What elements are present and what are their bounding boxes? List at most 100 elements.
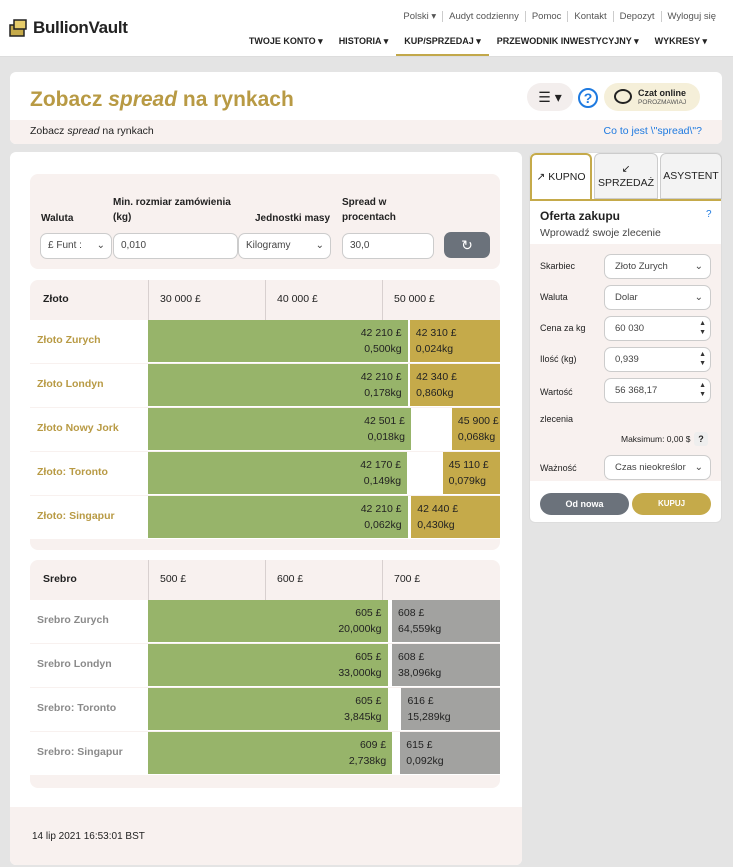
brand-logo[interactable]: BullionVault (9, 18, 128, 38)
bid-bar[interactable]: 42 501 £ 0,018kg (148, 408, 412, 450)
validity-select[interactable]: Czas nieokreślor ⌄ (604, 455, 711, 480)
chevron-down-icon: ⌄ (694, 261, 703, 272)
arrow-up-right-icon: ↗ (536, 171, 549, 183)
spread-row[interactable]: Złoto Londyn 42 210 £ 0,178kg 42 340 £ 0,860… (30, 364, 500, 407)
stepper-icon[interactable]: ▲ ▼ (699, 319, 706, 337)
ask-quantity: 0,068kg (457, 431, 496, 443)
what-is-spread-link[interactable]: Co to jest \"spread\"? (603, 125, 702, 137)
min-size-input[interactable]: 0,010 (113, 233, 238, 259)
refresh-icon: ↻ (461, 237, 473, 253)
live-chat-button[interactable]: Czat online POROZMAWIAJ (604, 83, 700, 111)
contact-link[interactable]: Kontakt (567, 11, 612, 22)
spread-row[interactable]: Złoto: Singapur 42 210 £ 0,062kg 42 440 £ 0,… (30, 496, 500, 539)
order-subtitle: Wprowadź swoje zlecenie (540, 227, 661, 239)
spread-row[interactable]: Złoto Nowy Jork 42 501 £ 0,018kg 45 900 £ 0,… (30, 408, 500, 451)
ask-quantity: 15,289kg (407, 711, 451, 723)
order-currency-select[interactable]: Dolar ⌄ (604, 285, 711, 310)
spread-input[interactable]: 30,0 (342, 233, 434, 259)
tab-sell[interactable]: ↙ SPRZEDAŻ (594, 153, 658, 199)
bid-bar[interactable]: 42 210 £ 0,500kg (148, 320, 409, 362)
language-select[interactable]: Polski ▾ (397, 11, 442, 22)
min-size-label: Min. rozmiar zamówienia (kg) (113, 197, 231, 223)
ask-bar[interactable]: 615 £ 0,092kg (400, 732, 500, 774)
help-icon[interactable]: ? (578, 88, 598, 108)
bid-bar[interactable]: 605 £ 33,000kg (148, 644, 389, 686)
ask-bar[interactable]: 42 440 £ 0,430kg (411, 496, 500, 538)
maximum-help-icon[interactable]: ? (694, 432, 708, 446)
page-title: Zobacz spread na rynkach (30, 88, 294, 111)
deposit-link[interactable]: Depozyt (612, 11, 661, 22)
order-help-icon[interactable]: ? (706, 209, 712, 220)
spread-row[interactable]: Srebro: Singapur 609 £ 2,738kg 615 £ 0,092kg (30, 732, 500, 775)
price-label: Cena za kg (540, 323, 586, 333)
help-link[interactable]: Pomoc (524, 11, 568, 22)
bid-quantity: 0,178kg (364, 387, 402, 399)
ask-quantity: 0,860kg (416, 387, 454, 399)
logout-link[interactable]: Wyloguj się (660, 11, 723, 22)
refresh-button[interactable]: ↻ (444, 232, 490, 258)
buy-button[interactable]: KUPUJ (632, 493, 711, 515)
ask-quantity: 0,430kg (417, 519, 455, 531)
quantity-input[interactable]: 0,939 ▲ ▼ (604, 347, 711, 372)
order-value-input[interactable]: 56 368,17 ▲ ▼ (604, 378, 711, 403)
ask-bar[interactable]: 42 340 £ 0,860kg (410, 364, 500, 406)
spread-row[interactable]: Srebro Zurych 605 £ 20,000kg 608 £ 64,559kg (30, 600, 500, 643)
bid-quantity: 2,738kg (348, 755, 387, 767)
spread-row[interactable]: Złoto: Toronto 42 170 £ 0,149kg 45 110 £ 0,0… (30, 452, 500, 495)
stepper-icon[interactable]: ▲ ▼ (699, 381, 706, 399)
bid-bar[interactable]: 609 £ 2,738kg (148, 732, 394, 774)
bid-bar[interactable]: 605 £ 3,845kg (148, 688, 389, 730)
spread-row[interactable]: Złoto Zurych 42 210 £ 0,500kg 42 310 £ 0,024… (30, 320, 500, 363)
maximum-text: Maksimum: 0,00 $ (621, 434, 691, 444)
nav-investment-guide[interactable]: PRZEWODNIK INWESTYCYJNY ▾ (489, 36, 647, 56)
bid-price: 605 £ (355, 607, 382, 619)
vault-name: Złoto Zurych (37, 334, 101, 346)
gold-table-header: Złoto 30 000 £ 40 000 £ 50 000 £ (30, 280, 500, 320)
silver-table-title: Srebro (43, 573, 77, 585)
spread-row[interactable]: Srebro: Toronto 605 £ 3,845kg 616 £ 15,289kg (30, 688, 500, 731)
ask-quantity: 38,096kg (398, 667, 442, 679)
nav-buy-sell[interactable]: KUP/SPRZEDAJ ▾ (396, 36, 489, 56)
nav-account[interactable]: TWOJE KONTO ▾ (241, 36, 331, 56)
bid-bar[interactable]: 605 £ 20,000kg (148, 600, 389, 642)
tab-buy[interactable]: ↗ KUPNO (530, 153, 592, 199)
page-menu-button[interactable]: ☰ ▾ (527, 83, 573, 111)
bid-price: 42 170 £ (360, 459, 402, 471)
ask-bar[interactable]: 616 £ 15,289kg (401, 688, 500, 730)
ask-quantity: 0,024kg (415, 343, 454, 355)
vault-name: Złoto Londyn (37, 378, 104, 390)
vault-name: Srebro Londyn (37, 658, 112, 670)
bid-price: 42 210 £ (360, 371, 402, 383)
bid-bar[interactable]: 42 210 £ 0,178kg (148, 364, 409, 406)
stepper-icon[interactable]: ▲ ▼ (699, 350, 706, 368)
audit-link[interactable]: Audyt codzienny (442, 11, 525, 22)
gold-tick: 30 000 £ (160, 293, 201, 305)
units-select[interactable]: Kilogramy ⌄ (238, 233, 331, 259)
arrow-down-left-icon: ↙ (621, 163, 631, 175)
ask-bar[interactable]: 45 900 £ 0,068kg (451, 408, 500, 450)
chevron-down-icon: ⌄ (694, 462, 703, 473)
ask-price: 42 340 £ (416, 371, 457, 383)
reset-button[interactable]: Od nowa (540, 493, 629, 515)
bid-quantity: 0,149kg (363, 475, 402, 487)
ask-bar[interactable]: 42 310 £ 0,024kg (409, 320, 500, 362)
ask-bar[interactable]: 608 £ 38,096kg (392, 644, 500, 686)
spread-row[interactable]: Srebro Londyn 605 £ 33,000kg 608 £ 38,096kg (30, 644, 500, 687)
silver-spread-table: Srebro 500 £ 600 £ 700 £ Srebro Zurych 60… (30, 560, 500, 788)
ask-price: 616 £ (407, 695, 434, 707)
vault-name: Złoto: Singapur (37, 510, 115, 522)
currency-select[interactable]: £ Funt : ⌄ (40, 233, 112, 259)
tab-assistant[interactable]: ASYSTENT (660, 153, 722, 199)
ask-quantity: 0,079kg (448, 475, 486, 487)
bid-bar[interactable]: 42 210 £ 0,062kg (148, 496, 409, 538)
main-nav: TWOJE KONTO ▾ HISTORIA ▾ KUP/SPRZEDAJ ▾ … (241, 36, 715, 56)
value-label: Wartość (540, 387, 573, 397)
price-input[interactable]: 60 030 ▲ ▼ (604, 316, 711, 341)
nav-charts[interactable]: WYKRESY ▾ (647, 36, 715, 56)
bid-bar[interactable]: 42 170 £ 0,149kg (148, 452, 409, 494)
ask-bar[interactable]: 45 110 £ 0,079kg (442, 452, 500, 494)
vault-select[interactable]: Złoto Zurych ⌄ (604, 254, 711, 279)
spread-panel: Waluta Min. rozmiar zamówienia (kg) Jedn… (10, 152, 522, 865)
ask-bar[interactable]: 608 £ 64,559kg (392, 600, 500, 642)
nav-history[interactable]: HISTORIA ▾ (331, 36, 397, 56)
